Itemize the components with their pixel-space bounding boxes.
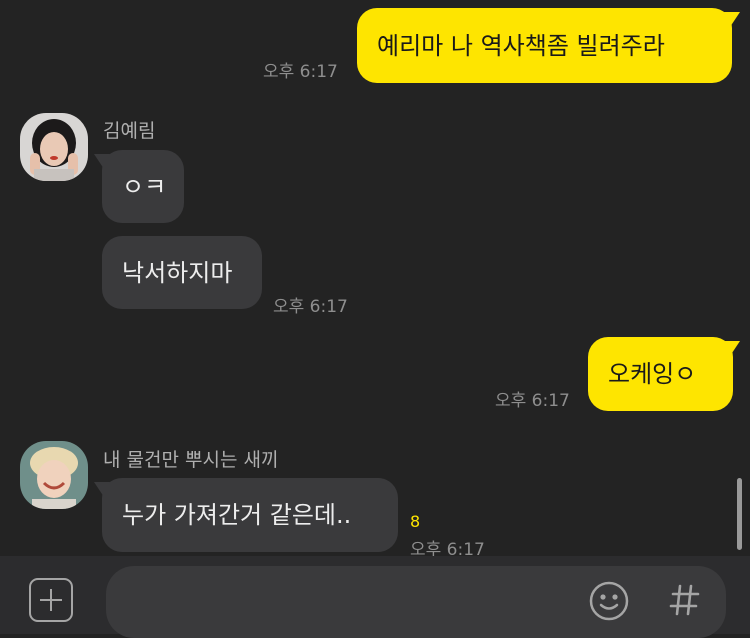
plus-icon[interactable] xyxy=(29,578,73,622)
message-time: 오후 6:17 xyxy=(495,391,570,411)
avatar-image xyxy=(20,441,88,509)
message-input[interactable] xyxy=(106,566,726,638)
message-text: 오케잉ㅇ xyxy=(608,360,697,388)
sender-name: 김예림 xyxy=(103,120,156,142)
hash-icon[interactable] xyxy=(668,580,702,620)
chat-area[interactable]: 오후 6:17 예리마 나 역사책좀 빌려주라 김예림 ㅇㅋ 낙서하지마 오후 … xyxy=(0,0,750,556)
avatar[interactable] xyxy=(20,441,88,509)
message-text: 낙서하지마 xyxy=(122,258,233,287)
unread-count: 8 xyxy=(410,512,421,531)
message-text: ㅇㅋ xyxy=(122,172,167,201)
message-time: 오후 6:17 xyxy=(410,540,485,556)
bubble-tail xyxy=(94,482,110,500)
bubble-tail xyxy=(724,341,740,359)
bubble-tail xyxy=(94,154,110,172)
scrollbar[interactable] xyxy=(737,478,742,550)
message-time: 오후 6:17 xyxy=(263,62,338,82)
their-message-bubble[interactable]: 낙서하지마 xyxy=(102,236,262,309)
avatar-image xyxy=(20,113,88,181)
message-text: 누가 가져간거 같은데.. xyxy=(122,501,352,529)
their-message-bubble[interactable]: 누가 가져간거 같은데.. xyxy=(102,478,398,552)
message-time: 오후 6:17 xyxy=(273,297,348,317)
my-message-bubble[interactable]: 예리마 나 역사책좀 빌려주라 xyxy=(357,8,732,83)
their-message-bubble[interactable]: ㅇㅋ xyxy=(102,150,184,223)
message-text: 예리마 나 역사책좀 빌려주라 xyxy=(377,31,665,60)
smile-icon[interactable] xyxy=(588,580,630,622)
sender-name: 내 물건만 뿌시는 새끼 xyxy=(103,449,279,471)
my-message-bubble[interactable]: 오케잉ㅇ xyxy=(588,337,733,411)
bubble-tail xyxy=(724,12,740,30)
avatar[interactable] xyxy=(20,113,88,181)
